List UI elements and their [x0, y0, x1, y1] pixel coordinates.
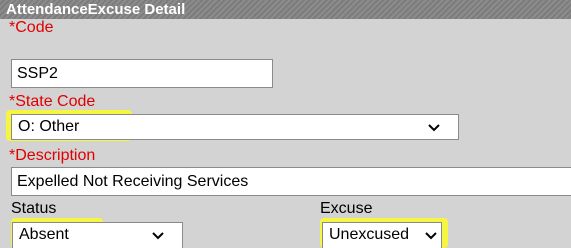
chevron-down-icon — [152, 232, 164, 240]
description-value: Expelled Not Receiving Services — [17, 173, 249, 190]
panel-header: AttendanceExcuse Detail — [0, 0, 571, 19]
state-code-select[interactable]: O: Other — [11, 114, 459, 140]
state-code-value: O: Other — [18, 118, 80, 135]
panel-title: AttendanceExcuse Detail — [6, 1, 186, 18]
chevron-down-icon — [428, 124, 440, 132]
status-select[interactable]: Absent — [12, 222, 183, 248]
excuse-label: Excuse — [320, 200, 373, 217]
code-label: *Code — [9, 19, 54, 36]
code-field[interactable]: SSP2 — [11, 59, 273, 88]
status-value: Absent — [19, 226, 69, 243]
state-code-label: *State Code — [9, 93, 96, 110]
description-field[interactable]: Expelled Not Receiving Services — [11, 167, 571, 196]
description-label: *Description — [9, 147, 96, 164]
chevron-down-icon — [425, 232, 437, 240]
status-label: Status — [11, 200, 57, 217]
excuse-value: Unexcused — [329, 226, 410, 243]
excuse-select[interactable]: Unexcused — [322, 222, 442, 248]
code-value: SSP2 — [17, 65, 58, 82]
